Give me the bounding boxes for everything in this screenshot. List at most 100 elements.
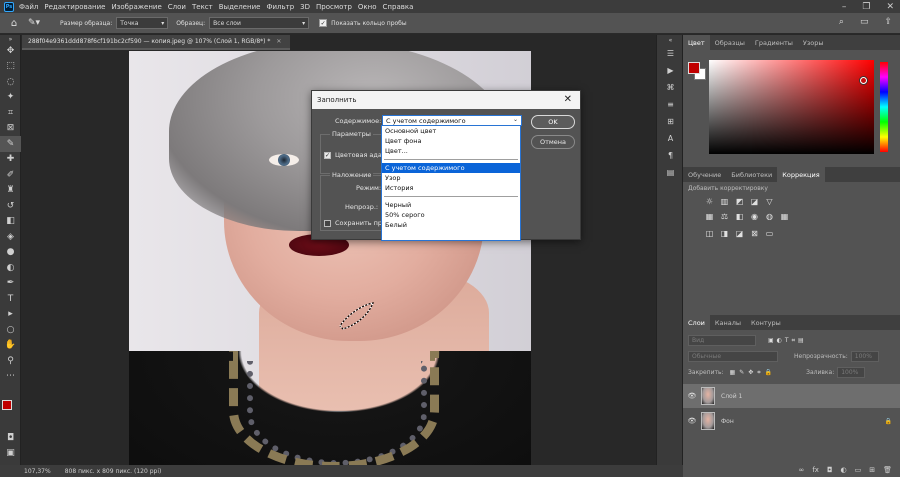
color-swatches[interactable]	[2, 400, 18, 420]
eyedropper-tool-icon[interactable]: ✎	[0, 136, 21, 152]
dropdown-item-content-aware[interactable]: С учетом содержимого	[382, 163, 520, 173]
close-icon[interactable]: ✕	[564, 94, 572, 105]
foreground-color-swatch[interactable]	[688, 62, 700, 74]
preserve-transparency-checkbox[interactable]	[324, 220, 331, 227]
document-info[interactable]: 808 пикс. x 809 пикс. (120 ppi)	[65, 468, 162, 475]
layer-row[interactable]: 👁 Фон 🔒	[683, 409, 900, 433]
sample-size-select[interactable]: Точка ▾	[116, 17, 169, 29]
brush-panel-icon[interactable]: ⊞	[657, 113, 684, 130]
hue-slider[interactable]	[880, 62, 888, 152]
blur-tool-icon[interactable]: ●	[0, 245, 21, 261]
new-group-icon[interactable]: ▭	[855, 466, 862, 474]
quick-mask-icon[interactable]: ◘	[0, 430, 21, 446]
lasso-selection[interactable]	[337, 301, 377, 331]
fill-input[interactable]: 100%	[837, 367, 866, 378]
tab-gradients[interactable]: Градиенты	[750, 35, 798, 50]
menu-view[interactable]: Просмотр	[316, 3, 352, 11]
dropdown-item-background[interactable]: Цвет фона	[382, 136, 520, 146]
dropdown-item-pattern[interactable]: Узор	[382, 173, 520, 183]
quick-select-tool-icon[interactable]: ✦	[0, 90, 21, 106]
menu-image[interactable]: Изображение	[111, 3, 161, 11]
tab-channels[interactable]: Каналы	[710, 315, 746, 330]
document-tab[interactable]: 288f04e9361ddd878f6cf191bc2cf590 — копия…	[22, 35, 290, 50]
layer-name[interactable]: Слой 1	[721, 393, 742, 400]
add-mask-icon[interactable]: ◘	[827, 466, 833, 474]
show-ring-checkbox[interactable]: ✓	[319, 19, 328, 27]
zoom-level[interactable]: 107,37%	[24, 468, 51, 475]
history-panel-icon[interactable]: ☰	[657, 45, 684, 62]
layer-filter-icons[interactable]: ▣◐T⌗▤	[768, 337, 807, 345]
layer-name[interactable]: Фон	[721, 418, 734, 425]
screen-mode-icon[interactable]: ▣	[0, 445, 21, 461]
menu-file[interactable]: Файл	[19, 3, 38, 11]
dialog-titlebar[interactable]: Заполнить ✕	[312, 91, 580, 109]
dropdown-item-history[interactable]: История	[382, 183, 520, 193]
tab-patterns[interactable]: Узоры	[798, 35, 829, 50]
eyedropper-tool-icon[interactable]: ✎▾	[28, 18, 52, 28]
menu-type[interactable]: Текст	[192, 3, 213, 11]
ok-button[interactable]: OK	[531, 115, 575, 129]
menu-3d[interactable]: 3D	[300, 3, 310, 11]
color-lookup-icon[interactable]: ▦	[780, 212, 789, 221]
paint-bucket-tool-icon[interactable]: ◈	[0, 229, 21, 245]
history-brush-tool-icon[interactable]: ↺	[0, 198, 21, 214]
path-select-tool-icon[interactable]: ▸	[0, 307, 21, 323]
visibility-eye-icon[interactable]: 👁	[683, 392, 701, 400]
dodge-tool-icon[interactable]: ◐	[0, 260, 21, 276]
close-window-icon[interactable]: ✕	[886, 2, 894, 12]
clone-stamp-tool-icon[interactable]: ♜	[0, 183, 21, 199]
invert-icon[interactable]: ◫	[705, 229, 714, 238]
sample-select[interactable]: Все слои ▾	[209, 17, 310, 29]
marquee-tool-icon[interactable]: ⬚	[0, 59, 21, 75]
menu-select[interactable]: Выделение	[219, 3, 261, 11]
layer-style-icon[interactable]: fx	[812, 466, 819, 474]
levels-icon[interactable]: ▥	[720, 197, 729, 206]
menu-layers[interactable]: Слои	[168, 3, 186, 11]
tab-swatches[interactable]: Образцы	[710, 35, 750, 50]
properties-panel-icon[interactable]: ⌘	[657, 79, 684, 96]
dropdown-item-foreground[interactable]: Основной цвет	[382, 126, 520, 136]
selective-color-icon[interactable]: ⊠	[750, 229, 759, 238]
channel-mixer-icon[interactable]: ◍	[765, 212, 774, 221]
photo-filter-icon[interactable]: ◉	[750, 212, 759, 221]
ellipse-tool-icon[interactable]: ○	[0, 322, 21, 338]
dropdown-item-black[interactable]: Черный	[382, 200, 520, 210]
blend-mode-select[interactable]: Обычные	[688, 351, 778, 362]
lasso-tool-icon[interactable]: ◌	[0, 74, 21, 90]
paragraph-panel-icon[interactable]: ≡	[657, 96, 684, 113]
color-balance-icon[interactable]: ⚖	[720, 212, 729, 221]
minimize-icon[interactable]: –	[842, 2, 847, 12]
new-layer-icon[interactable]: ⊞	[869, 466, 875, 474]
dropdown-item-color[interactable]: Цвет...	[382, 146, 520, 156]
healing-brush-tool-icon[interactable]: ✚	[0, 152, 21, 168]
exposure-icon[interactable]: ◪	[750, 197, 759, 206]
curves-icon[interactable]: ◩	[735, 197, 744, 206]
foreground-color-swatch[interactable]	[2, 400, 12, 410]
zoom-tool-icon[interactable]: ⚲	[0, 353, 21, 369]
menu-filter[interactable]: Фильтр	[266, 3, 294, 11]
type-tool-icon[interactable]: T	[0, 291, 21, 307]
tab-color[interactable]: Цвет	[683, 35, 710, 50]
tab-paths[interactable]: Контуры	[746, 315, 786, 330]
dropdown-item-gray[interactable]: 50% серого	[382, 210, 520, 220]
dropdown-item-white[interactable]: Белый	[382, 220, 520, 230]
frame-tool-icon[interactable]: ⊠	[0, 121, 21, 137]
posterize-icon[interactable]: ◨	[720, 229, 729, 238]
link-layers-icon[interactable]: ∞	[799, 466, 805, 474]
close-tab-icon[interactable]: ✕	[276, 38, 281, 45]
color-picker-marker[interactable]	[860, 77, 867, 84]
home-icon[interactable]: ⌂	[6, 16, 22, 30]
menu-window[interactable]: Окно	[358, 3, 377, 11]
more-tools-icon[interactable]: ⋯	[0, 369, 21, 385]
color-adapt-checkbox[interactable]: ✓	[324, 152, 331, 159]
workspace-icon[interactable]: ▭	[860, 17, 869, 27]
actions-panel-icon[interactable]: ▶	[657, 62, 684, 79]
menu-edit[interactable]: Редактирование	[44, 3, 105, 11]
tab-layers[interactable]: Слои	[683, 315, 710, 330]
character-panel-icon[interactable]: A	[657, 130, 684, 147]
layer-row[interactable]: 👁 Слой 1	[683, 384, 900, 408]
visibility-eye-icon[interactable]: 👁	[683, 417, 701, 425]
glyphs-panel-icon[interactable]: ¶	[657, 147, 684, 164]
opacity-input[interactable]: 100%	[850, 351, 879, 362]
collapse-icon[interactable]: »	[0, 35, 21, 43]
